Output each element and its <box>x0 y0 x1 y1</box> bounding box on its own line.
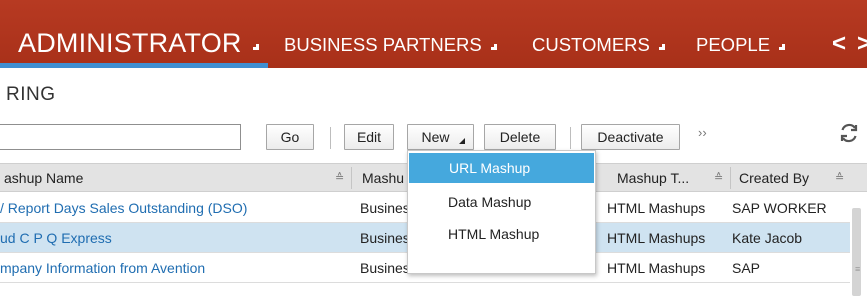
active-tab-indicator <box>0 63 268 68</box>
tab-business-partners[interactable]: BUSINESS PARTNERS <box>284 34 497 56</box>
new-dropdown-menu: URL Mashup Data Mashup HTML Mashup <box>407 150 596 274</box>
mashup-type-cell: HTML Mashups <box>607 200 706 216</box>
column-divider <box>730 167 731 189</box>
new-button-label: New <box>421 129 450 145</box>
created-by-cell: SAP WORKER <box>732 200 827 216</box>
tab-customers-caret-icon <box>659 44 666 50</box>
tab-people-label: PEOPLE <box>696 34 771 55</box>
deactivate-button[interactable]: Deactivate <box>581 124 680 150</box>
refresh-icon-graphic <box>840 123 858 143</box>
go-button[interactable]: Go <box>266 124 314 150</box>
top-navigation-bar: ADMINISTRATOR BUSINESS PARTNERS CUSTOMER… <box>0 0 867 68</box>
toolbar-divider <box>330 127 331 149</box>
new-button[interactable]: New <box>407 124 474 150</box>
page-title: RING <box>6 84 56 105</box>
tab-people[interactable]: PEOPLE <box>696 34 786 56</box>
column-header-category[interactable]: Mashu <box>362 164 404 193</box>
sort-icon[interactable]: ≙ <box>335 164 344 193</box>
column-divider <box>351 167 352 189</box>
mashup-type-cell: HTML Mashups <box>607 260 706 276</box>
mashup-name-link[interactable]: ud C P Q Express <box>0 223 112 253</box>
search-input[interactable] <box>0 124 241 150</box>
mashup-name-link[interactable]: / Report Days Sales Outstanding (DSO) <box>0 193 247 223</box>
created-by-cell: Kate Jacob <box>732 230 803 246</box>
tab-customers[interactable]: CUSTOMERS <box>532 34 666 56</box>
tab-business-partners-label: BUSINESS PARTNERS <box>284 34 482 55</box>
menu-item-html-mashup[interactable]: HTML Mashup <box>408 219 595 249</box>
menu-item-data-mashup[interactable]: Data Mashup <box>408 187 595 217</box>
column-header-created-by[interactable]: Created By <box>739 164 809 193</box>
vertical-scrollbar[interactable] <box>852 208 861 296</box>
column-header-mashup-name[interactable]: ashup Name <box>4 164 83 193</box>
refresh-icon[interactable] <box>838 122 860 150</box>
sort-icon[interactable]: ≙ <box>714 164 723 193</box>
created-by-cell: SAP <box>732 260 761 276</box>
menu-item-url-mashup[interactable]: URL Mashup <box>409 153 594 183</box>
nav-prev-arrow-icon[interactable]: < <box>832 30 846 58</box>
tab-administrator[interactable]: ADMINISTRATOR <box>18 28 260 59</box>
tab-business-partners-caret-icon <box>490 44 497 50</box>
new-dropdown-caret-icon <box>459 138 465 144</box>
tab-administrator-caret-icon <box>253 44 260 50</box>
tab-customers-label: CUSTOMERS <box>532 34 650 55</box>
category-cell: Busines <box>360 230 410 246</box>
mashup-name-link[interactable]: mpany Information from Avention <box>0 253 205 283</box>
column-header-mashup-type[interactable]: Mashup T... <box>617 164 689 193</box>
category-cell: Busines <box>360 200 410 216</box>
toolbar-divider <box>570 127 571 149</box>
edit-button[interactable]: Edit <box>344 124 394 150</box>
tab-administrator-label: ADMINISTRATOR <box>18 28 242 58</box>
more-actions-icon[interactable]: ›› <box>698 125 707 140</box>
sort-icon[interactable]: ≙ <box>835 164 844 193</box>
delete-button[interactable]: Delete <box>484 124 556 150</box>
nav-next-arrow-icon[interactable]: > <box>857 30 867 58</box>
tab-people-caret-icon <box>779 44 786 50</box>
scrollbar-grip-icon[interactable]: ≡ <box>855 265 860 274</box>
mashup-type-cell: HTML Mashups <box>607 230 706 246</box>
